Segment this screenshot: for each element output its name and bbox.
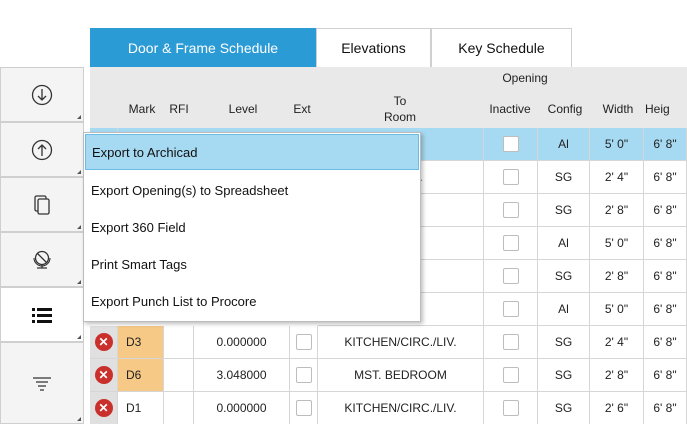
export-context-menu: Export to Archicad Export Opening(s) to … bbox=[83, 132, 421, 322]
export-button[interactable] bbox=[0, 122, 84, 177]
tab-key-schedule[interactable]: Key Schedule bbox=[431, 28, 572, 67]
col-header-config[interactable]: Config bbox=[540, 102, 590, 116]
to-room-cell[interactable]: KITCHEN/CIRC./LIV. bbox=[318, 326, 484, 359]
width-cell[interactable]: 5' 0" bbox=[590, 293, 644, 326]
width-cell[interactable]: 5' 0" bbox=[590, 128, 644, 161]
filter-button[interactable] bbox=[0, 342, 84, 424]
inactive-checkbox[interactable] bbox=[502, 235, 519, 251]
list-button[interactable] bbox=[0, 287, 84, 342]
table-row[interactable]: ✕ D6 3.048000 MST. BEDROOM SG 2' 8" 6' 8… bbox=[90, 359, 687, 392]
col-header-inactive[interactable]: Inactive bbox=[484, 102, 536, 116]
delete-row-icon[interactable]: ✕ bbox=[94, 333, 113, 351]
config-cell[interactable]: Al bbox=[538, 227, 590, 260]
width-cell[interactable]: 2' 8" bbox=[590, 194, 644, 227]
delete-row-icon[interactable]: ✕ bbox=[94, 399, 113, 417]
height-cell[interactable]: 6' 8" bbox=[644, 260, 687, 293]
upload-circle-icon bbox=[31, 139, 53, 160]
col-header-to-room-1[interactable]: To bbox=[318, 94, 482, 108]
opening-group-header: Opening bbox=[502, 71, 548, 85]
menu-item-export-archicad[interactable]: Export to Archicad bbox=[85, 134, 419, 170]
col-header-width[interactable]: Width bbox=[592, 102, 644, 116]
col-header-mark[interactable]: Mark bbox=[118, 102, 166, 116]
to-room-cell[interactable]: KITCHEN/CIRC./LIV. bbox=[318, 392, 484, 424]
ext-checkbox[interactable] bbox=[295, 367, 312, 383]
rfi-cell[interactable] bbox=[164, 392, 194, 424]
width-cell[interactable]: 2' 8" bbox=[590, 260, 644, 293]
ext-checkbox[interactable] bbox=[295, 400, 312, 416]
height-cell[interactable]: 6' 8" bbox=[644, 227, 687, 260]
height-cell[interactable]: 6' 8" bbox=[644, 194, 687, 227]
copy-button[interactable] bbox=[0, 177, 84, 232]
tab-door-frame-schedule[interactable]: Door & Frame Schedule bbox=[90, 28, 316, 67]
col-header-level[interactable]: Level bbox=[194, 102, 292, 116]
config-cell[interactable]: Al bbox=[538, 293, 590, 326]
config-cell[interactable]: SG bbox=[538, 260, 590, 293]
copy-icon bbox=[34, 194, 50, 215]
to-room-cell[interactable]: MST. BEDROOM bbox=[318, 359, 484, 392]
sidebar bbox=[0, 67, 84, 424]
width-cell[interactable]: 2' 4" bbox=[590, 161, 644, 194]
ext-checkbox[interactable] bbox=[295, 334, 312, 350]
list-icon bbox=[32, 307, 52, 323]
menu-item-print-smart-tags[interactable]: Print Smart Tags bbox=[85, 246, 419, 282]
inactive-checkbox[interactable] bbox=[502, 400, 519, 416]
col-header-rfi[interactable]: RFI bbox=[164, 102, 194, 116]
table-row[interactable]: ✕ D1 0.000000 KITCHEN/CIRC./LIV. SG 2' 6… bbox=[90, 392, 687, 424]
globe-icon bbox=[33, 250, 51, 269]
mark-cell[interactable]: D6 bbox=[118, 359, 164, 392]
rfi-cell[interactable] bbox=[164, 326, 194, 359]
width-cell[interactable]: 5' 0" bbox=[590, 227, 644, 260]
menu-item-export-360-field[interactable]: Export 360 Field bbox=[85, 209, 419, 245]
level-cell[interactable]: 3.048000 bbox=[194, 359, 290, 392]
inactive-checkbox[interactable] bbox=[502, 367, 519, 383]
download-circle-icon bbox=[31, 84, 53, 105]
filter-lines-icon bbox=[33, 377, 51, 391]
width-cell[interactable]: 2' 8" bbox=[590, 359, 644, 392]
config-cell[interactable]: SG bbox=[538, 326, 590, 359]
config-cell[interactable]: Al bbox=[538, 128, 590, 161]
height-cell[interactable]: 6' 8" bbox=[644, 128, 687, 161]
col-header-to-room-2[interactable]: Room bbox=[318, 110, 482, 124]
inactive-checkbox[interactable] bbox=[502, 202, 519, 218]
mark-cell[interactable]: D3 bbox=[118, 326, 164, 359]
config-cell[interactable]: SG bbox=[538, 161, 590, 194]
config-cell[interactable]: SG bbox=[538, 392, 590, 424]
rfi-cell[interactable] bbox=[164, 359, 194, 392]
table-row[interactable]: ✕ D3 0.000000 KITCHEN/CIRC./LIV. SG 2' 4… bbox=[90, 326, 687, 359]
inactive-checkbox[interactable] bbox=[502, 334, 519, 350]
col-header-height[interactable]: Heig bbox=[645, 102, 687, 116]
width-cell[interactable]: 2' 6" bbox=[590, 392, 644, 424]
inactive-checkbox[interactable] bbox=[502, 301, 519, 317]
inactive-checkbox[interactable] bbox=[502, 268, 519, 284]
config-cell[interactable]: SG bbox=[538, 194, 590, 227]
menu-item-export-punch-list[interactable]: Export Punch List to Procore bbox=[85, 283, 419, 319]
height-cell[interactable]: 6' 8" bbox=[644, 326, 687, 359]
delete-row-icon[interactable]: ✕ bbox=[94, 366, 113, 384]
level-cell[interactable]: 0.000000 bbox=[194, 392, 290, 424]
download-button[interactable] bbox=[0, 67, 84, 122]
level-cell[interactable]: 0.000000 bbox=[194, 326, 290, 359]
inactive-checkbox[interactable] bbox=[502, 169, 519, 185]
config-cell[interactable]: SG bbox=[538, 359, 590, 392]
inactive-checkbox[interactable] bbox=[502, 136, 519, 152]
col-header-ext[interactable]: Ext bbox=[288, 102, 316, 116]
mark-cell[interactable]: D1 bbox=[118, 392, 164, 424]
tab-elevations[interactable]: Elevations bbox=[316, 28, 431, 67]
height-cell[interactable]: 6' 8" bbox=[644, 359, 687, 392]
height-cell[interactable]: 6' 8" bbox=[644, 392, 687, 424]
menu-item-export-spreadsheet[interactable]: Export Opening(s) to Spreadsheet bbox=[85, 172, 419, 208]
width-cell[interactable]: 2' 4" bbox=[590, 326, 644, 359]
height-cell[interactable]: 6' 8" bbox=[644, 161, 687, 194]
globe-button[interactable] bbox=[0, 232, 84, 287]
height-cell[interactable]: 6' 8" bbox=[644, 293, 687, 326]
